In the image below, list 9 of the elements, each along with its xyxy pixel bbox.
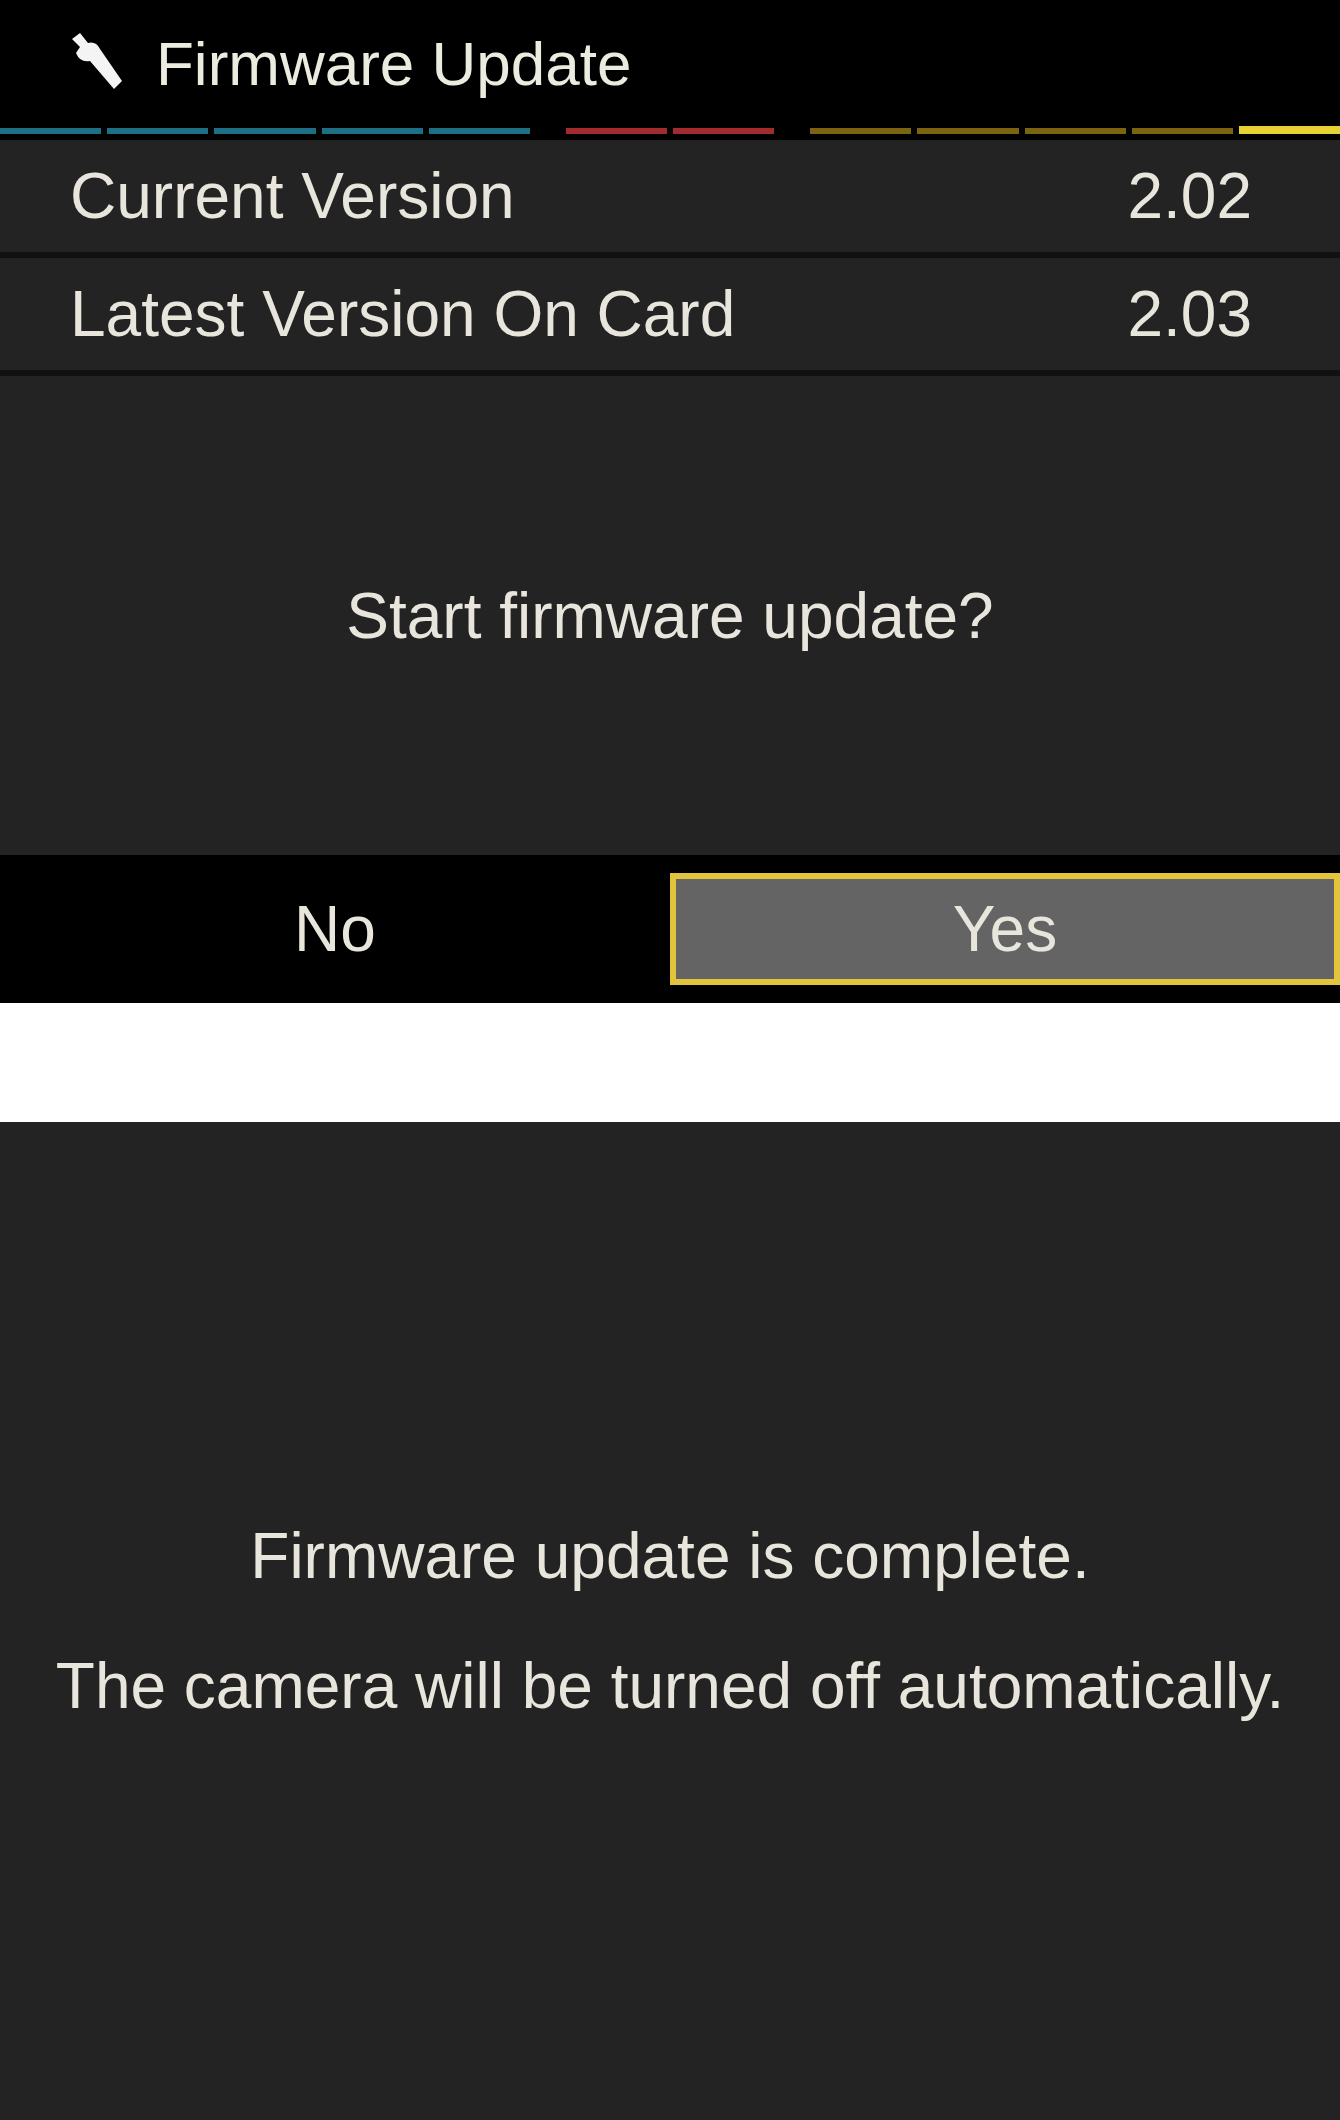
setting-value: 2.02 — [1127, 159, 1252, 233]
message-text: The camera will be turned off automatically. — [55, 1649, 1285, 1723]
option-button[interactable]: Yes — [670, 873, 1340, 985]
prompt-text: Start firmware update? — [346, 578, 994, 653]
setting-value: 2.03 — [1127, 277, 1252, 351]
screen-title: Firmware Update — [156, 27, 632, 99]
setting-label: Current Version — [70, 159, 515, 233]
message-text: Firmware update is complete. — [250, 1519, 1090, 1593]
setting-label: Latest Version On Card — [70, 277, 736, 351]
